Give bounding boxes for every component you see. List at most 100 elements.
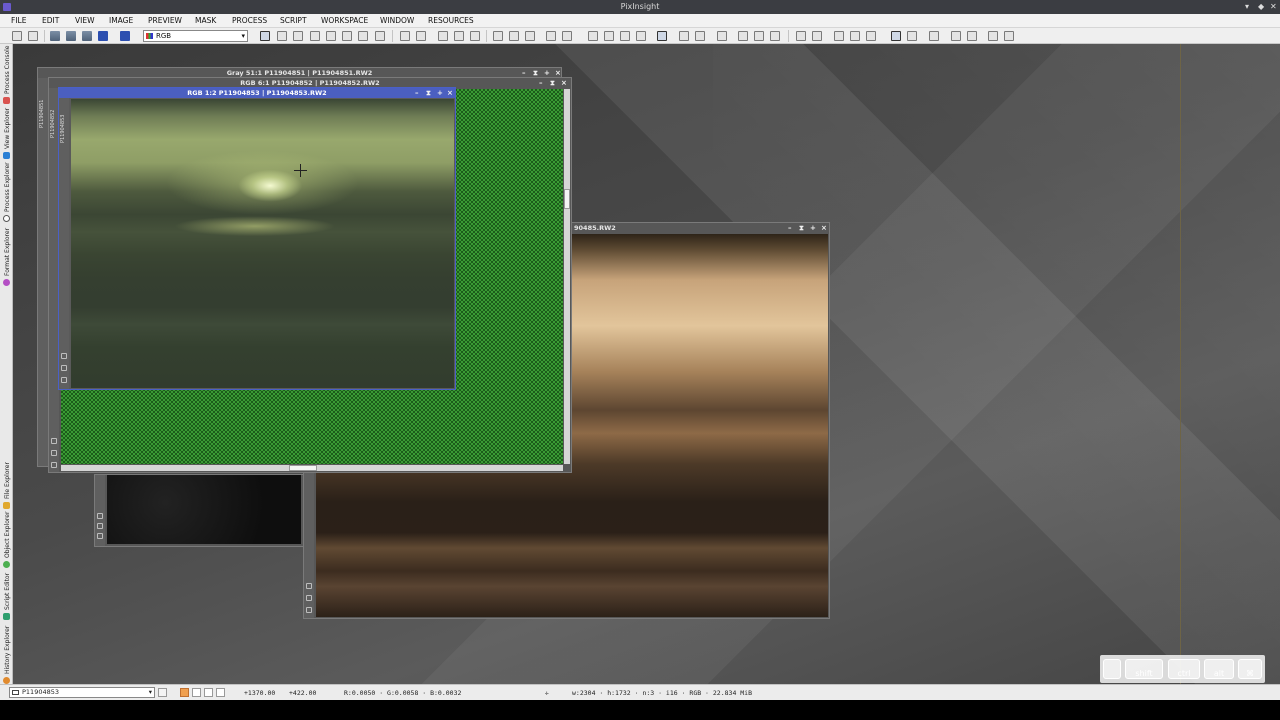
stf-auto-icon[interactable] bbox=[604, 31, 614, 41]
arrange-icon[interactable] bbox=[866, 31, 876, 41]
settings-icon[interactable] bbox=[61, 377, 67, 383]
channel-b-icon[interactable] bbox=[717, 31, 727, 41]
view-tab-label[interactable]: P11904851 bbox=[39, 100, 45, 128]
image-window-dark[interactable] bbox=[94, 474, 304, 547]
menu-mask[interactable]: MASK bbox=[195, 16, 216, 25]
close-button[interactable]: × bbox=[447, 88, 453, 98]
close-button[interactable]: × bbox=[821, 223, 827, 233]
workspace-3-icon[interactable] bbox=[929, 31, 939, 41]
image-canvas[interactable] bbox=[107, 475, 301, 544]
display-icon[interactable] bbox=[967, 31, 977, 41]
explorer-icon[interactable] bbox=[796, 31, 806, 41]
sidebar-tab-file-explorer[interactable]: File Explorer bbox=[0, 459, 13, 509]
minimize-button[interactable]: – bbox=[415, 88, 419, 98]
sidebar-tab-process-explorer[interactable]: Process Explorer bbox=[0, 162, 13, 222]
mask-enable-icon[interactable] bbox=[562, 31, 572, 41]
scrollbar-thumb[interactable] bbox=[564, 189, 570, 209]
save-icon[interactable] bbox=[82, 31, 92, 41]
delete-preview-icon[interactable] bbox=[509, 31, 519, 41]
preview-mode-icon[interactable] bbox=[342, 31, 352, 41]
view-tab-label[interactable]: P11904852 bbox=[50, 110, 56, 138]
scrollbar-thumb[interactable] bbox=[289, 465, 317, 471]
readout-mode-icon[interactable] bbox=[260, 31, 270, 41]
settings-icon[interactable] bbox=[988, 31, 998, 41]
pin-icon[interactable] bbox=[61, 353, 67, 359]
vertical-scrollbar[interactable] bbox=[564, 89, 570, 464]
project-icon[interactable] bbox=[120, 31, 130, 41]
channel-l-icon[interactable] bbox=[738, 31, 748, 41]
maximize-button[interactable]: + bbox=[810, 223, 816, 233]
settings-icon[interactable] bbox=[306, 607, 312, 613]
zoom-fit-icon[interactable] bbox=[277, 31, 287, 41]
sidebar-tab-history-explorer[interactable]: History Explorer bbox=[0, 624, 13, 684]
workspace-2-icon[interactable] bbox=[907, 31, 917, 41]
minimize-button[interactable]: – bbox=[788, 223, 792, 233]
stf-link-icon[interactable] bbox=[636, 31, 646, 41]
shade-button[interactable]: ⧗ bbox=[799, 223, 804, 233]
horizontal-scrollbar[interactable] bbox=[61, 465, 563, 471]
menu-edit[interactable]: EDIT bbox=[42, 16, 59, 25]
sidebar-tab-script-editor[interactable]: Script Editor bbox=[0, 572, 13, 620]
settings-icon[interactable] bbox=[51, 462, 57, 468]
channel-a-icon[interactable] bbox=[754, 31, 764, 41]
minimize-button[interactable]: – bbox=[539, 78, 543, 88]
help-icon[interactable] bbox=[1004, 31, 1014, 41]
pin-icon[interactable] bbox=[306, 583, 312, 589]
view-options-icon[interactable] bbox=[158, 688, 167, 697]
menu-preview[interactable]: PREVIEW bbox=[148, 16, 182, 25]
center-icon[interactable] bbox=[326, 31, 336, 41]
view-tab-label[interactable]: P11904853 bbox=[60, 115, 66, 143]
menu-process[interactable]: PROCESS bbox=[232, 16, 267, 25]
shade-button[interactable]: ⧗ bbox=[426, 88, 431, 98]
menu-file[interactable]: FILE bbox=[11, 16, 26, 25]
select-arrow-icon[interactable] bbox=[375, 31, 385, 41]
color-swatch[interactable] bbox=[192, 688, 201, 697]
screenshot-icon[interactable] bbox=[951, 31, 961, 41]
mask-show-icon[interactable] bbox=[546, 31, 556, 41]
edit-preview-icon[interactable] bbox=[358, 31, 368, 41]
zoom-in-icon[interactable] bbox=[400, 31, 410, 41]
zoom-1-1-icon[interactable] bbox=[438, 31, 448, 41]
menu-workspace[interactable]: WORKSPACE bbox=[321, 16, 368, 25]
color-swatch[interactable] bbox=[180, 688, 189, 697]
sidebar-tab-format-explorer[interactable]: Format Explorer bbox=[0, 226, 13, 286]
view-selector[interactable]: P11904853 ▾ bbox=[9, 687, 155, 698]
image-canvas[interactable] bbox=[71, 99, 454, 388]
redo-icon[interactable] bbox=[28, 31, 38, 41]
zoom-expand-icon[interactable] bbox=[293, 31, 303, 41]
channel-rgb-icon[interactable] bbox=[657, 31, 667, 41]
maximize-button[interactable]: + bbox=[437, 88, 443, 98]
lock-icon[interactable] bbox=[306, 595, 312, 601]
pan-icon[interactable] bbox=[310, 31, 320, 41]
menu-resources[interactable]: RESOURCES bbox=[428, 16, 474, 25]
new-preview-icon[interactable] bbox=[493, 31, 503, 41]
stf-icon[interactable] bbox=[588, 31, 598, 41]
lock-icon[interactable] bbox=[61, 365, 67, 371]
window-float-button[interactable]: ◆ bbox=[1258, 0, 1264, 14]
color-swatch[interactable] bbox=[216, 688, 225, 697]
history-icon[interactable] bbox=[812, 31, 822, 41]
tile-icon[interactable] bbox=[834, 31, 844, 41]
undo-icon[interactable] bbox=[12, 31, 22, 41]
pin-icon[interactable] bbox=[51, 438, 57, 444]
zoom-1-2-icon[interactable] bbox=[454, 31, 464, 41]
sidebar-tab-object-explorer[interactable]: Object Explorer bbox=[0, 512, 13, 568]
menu-view[interactable]: VIEW bbox=[75, 16, 95, 25]
window-menu-button[interactable]: ▾ bbox=[1245, 0, 1249, 14]
channel-r-icon[interactable] bbox=[679, 31, 689, 41]
menu-image[interactable]: IMAGE bbox=[109, 16, 133, 25]
shade-button[interactable]: ⧗ bbox=[550, 78, 555, 88]
image-window-rgb-1-2[interactable]: RGB 1:2 P11904853 | P11904853.RW2 – ⧗ + … bbox=[58, 87, 456, 390]
pin-icon[interactable] bbox=[97, 513, 103, 519]
preview-list-icon[interactable] bbox=[525, 31, 535, 41]
open-icon[interactable] bbox=[66, 31, 76, 41]
cascade-icon[interactable] bbox=[850, 31, 860, 41]
menu-script[interactable]: SCRIPT bbox=[280, 16, 307, 25]
window-close-button[interactable]: ✕ bbox=[1270, 0, 1277, 14]
new-image-icon[interactable] bbox=[50, 31, 60, 41]
zoom-to-fit-icon[interactable] bbox=[470, 31, 480, 41]
lock-icon[interactable] bbox=[97, 523, 103, 529]
channel-select[interactable]: RGB ▾ bbox=[143, 30, 248, 42]
sidebar-tab-process-console[interactable]: Process Console bbox=[0, 44, 13, 104]
menu-window[interactable]: WINDOW bbox=[380, 16, 414, 25]
